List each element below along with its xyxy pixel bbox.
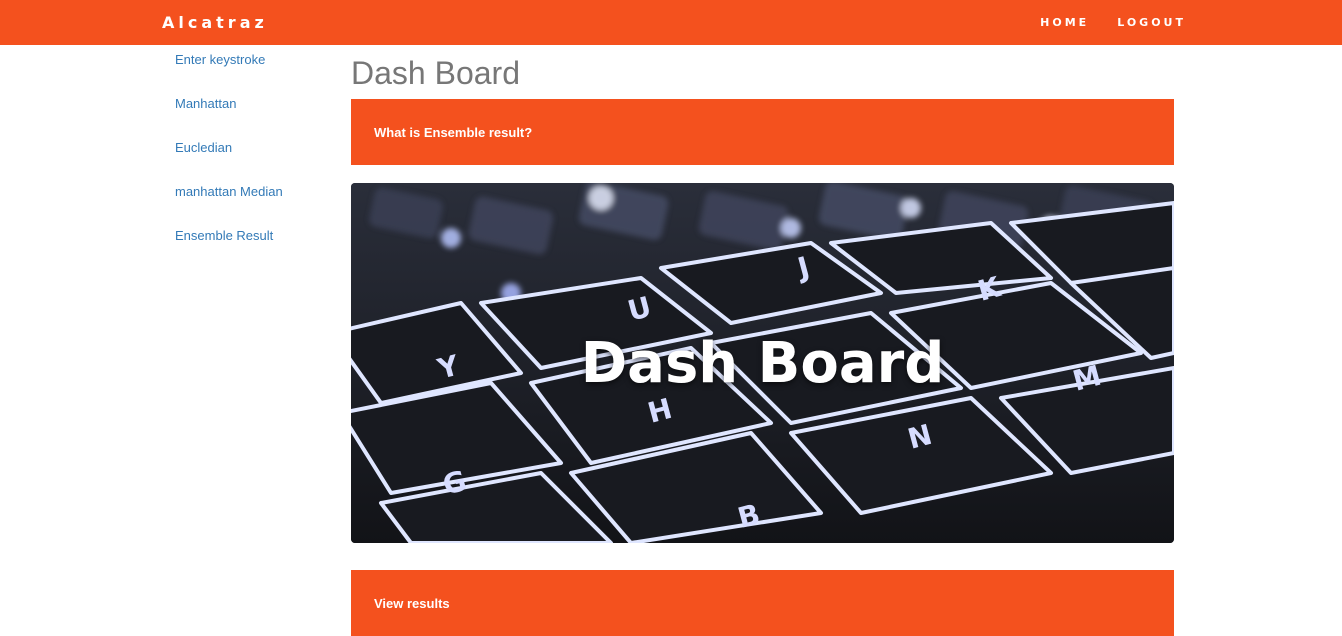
view-results-panel[interactable]: View results (351, 570, 1174, 636)
page-title: Dash Board (351, 55, 520, 91)
sidebar-item-enter-keystroke[interactable]: Enter keystroke (175, 52, 335, 96)
sidebar-item-eucledian[interactable]: Eucledian (175, 140, 335, 184)
brand-logo[interactable]: Alcatraz (162, 13, 268, 32)
hero-banner: U K Y H N M G B J Dash Board (351, 183, 1174, 543)
top-navbar: Alcatraz HOME LOGOUT (0, 0, 1342, 45)
sidebar: Enter keystroke Manhattan Eucledian manh… (175, 52, 335, 272)
ensemble-info-panel[interactable]: What is Ensemble result? (351, 99, 1174, 165)
nav-home-link[interactable]: HOME (1040, 16, 1089, 29)
sidebar-item-manhattan-median[interactable]: manhattan Median (175, 184, 335, 228)
nav-links: HOME LOGOUT (1040, 16, 1186, 29)
sidebar-item-ensemble-result[interactable]: Ensemble Result (175, 228, 335, 272)
nav-logout-link[interactable]: LOGOUT (1117, 16, 1186, 29)
hero-title: Dash Board (580, 330, 945, 396)
sidebar-item-manhattan[interactable]: Manhattan (175, 96, 335, 140)
